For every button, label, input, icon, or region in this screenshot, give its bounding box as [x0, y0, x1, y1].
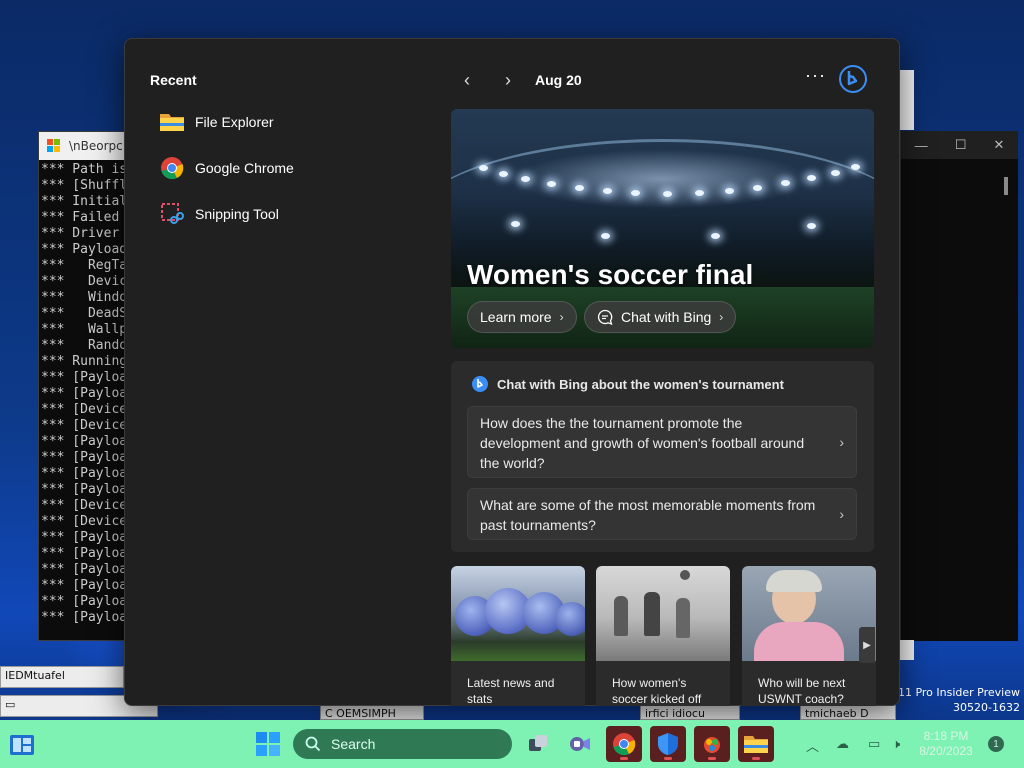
chat-bubble-icon	[597, 309, 613, 325]
learn-more-button[interactable]: Learn more ›	[467, 301, 577, 333]
news-card[interactable]: Latest news and stats	[451, 566, 585, 706]
search-placeholder: Search	[331, 736, 376, 752]
system-clock[interactable]: 8:18 PM 8/20/2023	[918, 729, 974, 759]
notification-badge[interactable]: 1	[988, 736, 1004, 752]
close-icon[interactable]: ✕	[994, 137, 1005, 153]
volume-icon[interactable]: 🕨	[892, 736, 900, 752]
background-window[interactable]: irfici idiocu	[640, 704, 740, 720]
build-watermark: 30520-1632	[953, 701, 1020, 714]
task-view-button[interactable]	[520, 726, 556, 762]
current-date: Aug 20	[535, 72, 582, 88]
widgets-panel: Recent File Explorer Google Chrome Snipp…	[124, 38, 900, 706]
chevron-left-icon: ‹	[464, 69, 470, 90]
news-card[interactable]: Who will be next USWNT coach?	[742, 566, 876, 706]
build-watermark: 11 Pro Insider Preview	[897, 686, 1020, 699]
window-icon: ▭	[5, 698, 16, 711]
snipping-tool-icon	[159, 201, 185, 227]
chat-with-bing-button[interactable]: Chat with Bing ›	[584, 301, 737, 333]
news-card[interactable]: How women's soccer kicked off	[596, 566, 730, 706]
teams-chat-button[interactable]	[562, 726, 598, 762]
recent-item-label: Google Chrome	[195, 160, 294, 176]
taskbar-chrome[interactable]	[606, 726, 642, 762]
chevron-right-icon: ›	[839, 434, 844, 450]
news-caption: Latest news and stats	[467, 676, 555, 706]
coach-portrait-image	[742, 566, 876, 661]
cloud-icon[interactable]: ☁	[836, 736, 849, 752]
chrome-icon	[613, 733, 636, 756]
minimize-icon[interactable]: —	[915, 138, 928, 153]
next-day-button[interactable]: ›	[496, 69, 520, 91]
clock-date: 8/20/2023	[919, 744, 973, 758]
task-view-icon	[529, 735, 547, 751]
recent-item-google-chrome[interactable]: Google Chrome	[159, 155, 294, 181]
background-window[interactable]: IEDMtuafel	[0, 666, 124, 688]
recent-item-label: Snipping Tool	[195, 206, 279, 222]
chevron-up-icon[interactable]: ︿	[806, 736, 819, 755]
chat-card-heading: Chat with Bing about the women's tournam…	[471, 375, 784, 393]
folder-icon	[159, 109, 185, 135]
bing-icon[interactable]	[838, 64, 868, 94]
previous-day-button[interactable]: ‹	[455, 69, 479, 91]
chevron-right-icon: ›	[839, 506, 844, 522]
search-icon	[305, 736, 321, 752]
news-scroll-right-button[interactable]: ▶	[859, 627, 875, 663]
maximize-icon[interactable]: ☐	[955, 137, 967, 153]
video-chat-icon	[570, 737, 590, 751]
clock-time: 8:18 PM	[923, 729, 969, 743]
taskbar-app[interactable]	[694, 726, 730, 762]
suggested-question[interactable]: What are some of the most memorable mome…	[467, 488, 857, 540]
windows-start-icon[interactable]	[255, 731, 281, 757]
bing-chat-card: Chat with Bing about the women's tournam…	[451, 361, 874, 552]
chevron-right-icon: ›	[719, 310, 724, 324]
scrollbar[interactable]	[1004, 177, 1008, 195]
bing-icon	[472, 376, 488, 392]
chevron-right-icon: ›	[559, 310, 564, 324]
console-window-right: — ☐ ✕	[900, 131, 1018, 641]
taskbar-file-explorer[interactable]	[738, 726, 774, 762]
chevron-right-icon: ›	[505, 69, 511, 90]
background-window[interactable]: C OEMSIMPH	[320, 704, 424, 720]
hero-title[interactable]: Women's soccer final	[467, 259, 753, 291]
more-options-button[interactable]: ···	[805, 65, 826, 86]
folder-icon	[744, 736, 768, 753]
chrome-icon	[159, 155, 185, 181]
soccer-balls-image	[451, 566, 585, 661]
shield-icon	[658, 733, 678, 755]
vintage-soccer-image	[596, 566, 730, 661]
widgets-icon[interactable]	[8, 733, 36, 757]
app-icon	[47, 139, 60, 152]
taskbar-defender[interactable]	[650, 726, 686, 762]
app-icon	[704, 737, 720, 753]
recent-item-label: File Explorer	[195, 114, 274, 130]
recent-heading: Recent	[150, 72, 197, 88]
caret-right-icon: ▶	[863, 639, 871, 651]
news-caption: How women's soccer kicked off	[612, 676, 702, 706]
suggested-question[interactable]: How does the the tournament promote the …	[467, 406, 857, 478]
taskbar-search-box[interactable]: Search	[293, 729, 512, 759]
recent-item-snipping-tool[interactable]: Snipping Tool	[159, 201, 279, 227]
recent-item-file-explorer[interactable]: File Explorer	[159, 109, 274, 135]
network-icon[interactable]: ▭	[868, 736, 880, 752]
news-caption: Who will be next USWNT coach?	[758, 676, 846, 706]
hero-card[interactable]: Women's soccer final Learn more › Chat w…	[451, 109, 874, 348]
